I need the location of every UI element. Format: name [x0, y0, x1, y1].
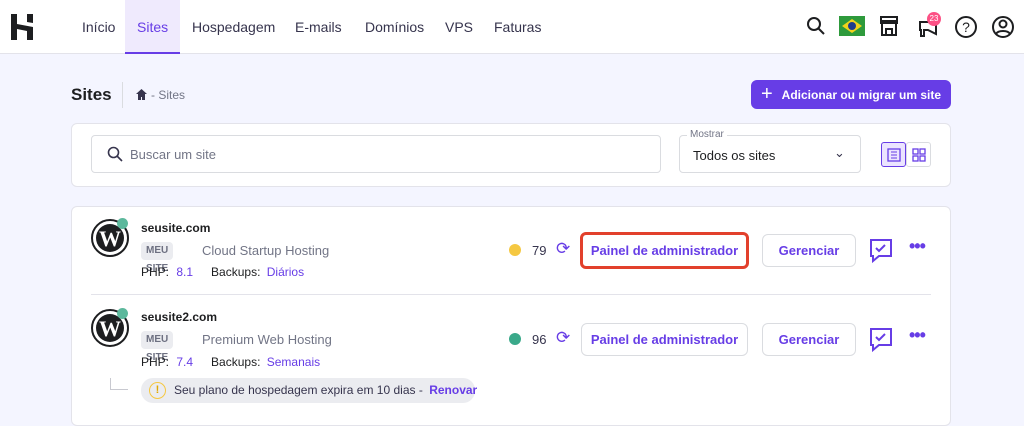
tree-connector — [110, 378, 128, 390]
help-icon[interactable]: ? — [954, 15, 978, 39]
php-version[interactable]: 7.4 — [176, 355, 193, 369]
performance-score: 79 — [532, 243, 547, 258]
score-dot — [509, 333, 521, 345]
notification-badge: 23 — [927, 12, 941, 26]
add-site-button[interactable]: + Adicionar ou migrar um site — [751, 80, 951, 109]
chevron-down-icon: ⌄ — [834, 145, 845, 160]
nav-dominios[interactable]: Domínios — [353, 0, 436, 54]
refresh-icon[interactable]: ⟳ — [556, 328, 570, 348]
site-badge: MEU SITE — [141, 242, 174, 274]
refresh-icon[interactable]: ⟳ — [556, 239, 570, 259]
nav-vps[interactable]: VPS — [433, 0, 485, 54]
search-input[interactable]: Buscar um site — [91, 135, 661, 173]
nav-hospedagem[interactable]: Hospedagem — [180, 0, 287, 54]
hostinger-logo[interactable] — [10, 14, 34, 40]
store-icon[interactable] — [877, 15, 901, 37]
breadcrumb: - Sites — [151, 88, 186, 102]
php-label: PHP: — [141, 355, 170, 369]
performance-score: 96 — [532, 332, 547, 347]
nav-emails[interactable]: E-mails — [283, 0, 354, 54]
svg-text:?: ? — [962, 19, 970, 35]
status-dot — [117, 218, 128, 229]
score-dot — [509, 244, 521, 256]
home-icon[interactable] — [134, 87, 148, 101]
row-divider — [91, 294, 931, 295]
show-select[interactable]: Mostrar Todos os sites ⌄ — [679, 129, 861, 173]
more-options-icon[interactable]: ••• — [909, 325, 926, 346]
admin-panel-button[interactable]: Painel de administrador — [580, 232, 749, 269]
more-options-icon[interactable]: ••• — [909, 236, 926, 257]
site-plan: Cloud Startup Hosting — [202, 243, 330, 258]
support-chat-icon[interactable] — [867, 236, 895, 264]
status-dot — [117, 308, 128, 319]
top-nav: Início Sites Hospedagem E-mails Domínios… — [0, 0, 1024, 54]
site-badge: MEU SITE — [141, 331, 174, 363]
site-name[interactable]: seusite2.com — [141, 310, 217, 324]
warning-icon: ! — [149, 382, 166, 399]
svg-text:W: W — [99, 226, 121, 251]
nav-sites[interactable]: Sites — [125, 0, 181, 54]
divider — [122, 82, 123, 108]
support-chat-icon[interactable] — [867, 325, 895, 353]
nav-inicio[interactable]: Início — [70, 0, 127, 54]
manage-button[interactable]: Gerenciar — [762, 323, 856, 356]
backups-label: Backups: — [211, 355, 261, 369]
list-view-icon[interactable] — [881, 142, 906, 167]
page-title: Sites — [71, 85, 112, 104]
show-label: Mostrar — [687, 129, 727, 140]
grid-view-icon[interactable] — [906, 142, 931, 167]
nav-faturas[interactable]: Faturas — [482, 0, 553, 54]
backups-value[interactable]: Diários — [267, 265, 304, 279]
backups-label: Backups: — [211, 265, 261, 279]
manage-button[interactable]: Gerenciar — [762, 234, 856, 267]
renew-link[interactable]: Renovar — [429, 383, 477, 397]
expiry-warning: ! Seu plano de hospedagem expira em 10 d… — [141, 378, 477, 403]
brazil-flag-icon[interactable] — [839, 16, 865, 36]
php-label: PHP: — [141, 265, 170, 279]
php-version[interactable]: 8.1 — [176, 265, 193, 279]
svg-text:W: W — [99, 316, 121, 341]
backups-value[interactable]: Semanais — [267, 355, 320, 369]
show-value: Todos os sites — [693, 148, 776, 163]
search-icon[interactable] — [805, 15, 827, 37]
site-plan: Premium Web Hosting — [202, 332, 332, 347]
plus-icon: + — [760, 83, 773, 105]
site-name[interactable]: seusite.com — [141, 221, 210, 235]
search-placeholder: Buscar um site — [130, 147, 216, 162]
search-icon — [107, 146, 123, 162]
admin-panel-button[interactable]: Painel de administrador — [581, 323, 748, 356]
account-icon[interactable] — [991, 15, 1015, 39]
